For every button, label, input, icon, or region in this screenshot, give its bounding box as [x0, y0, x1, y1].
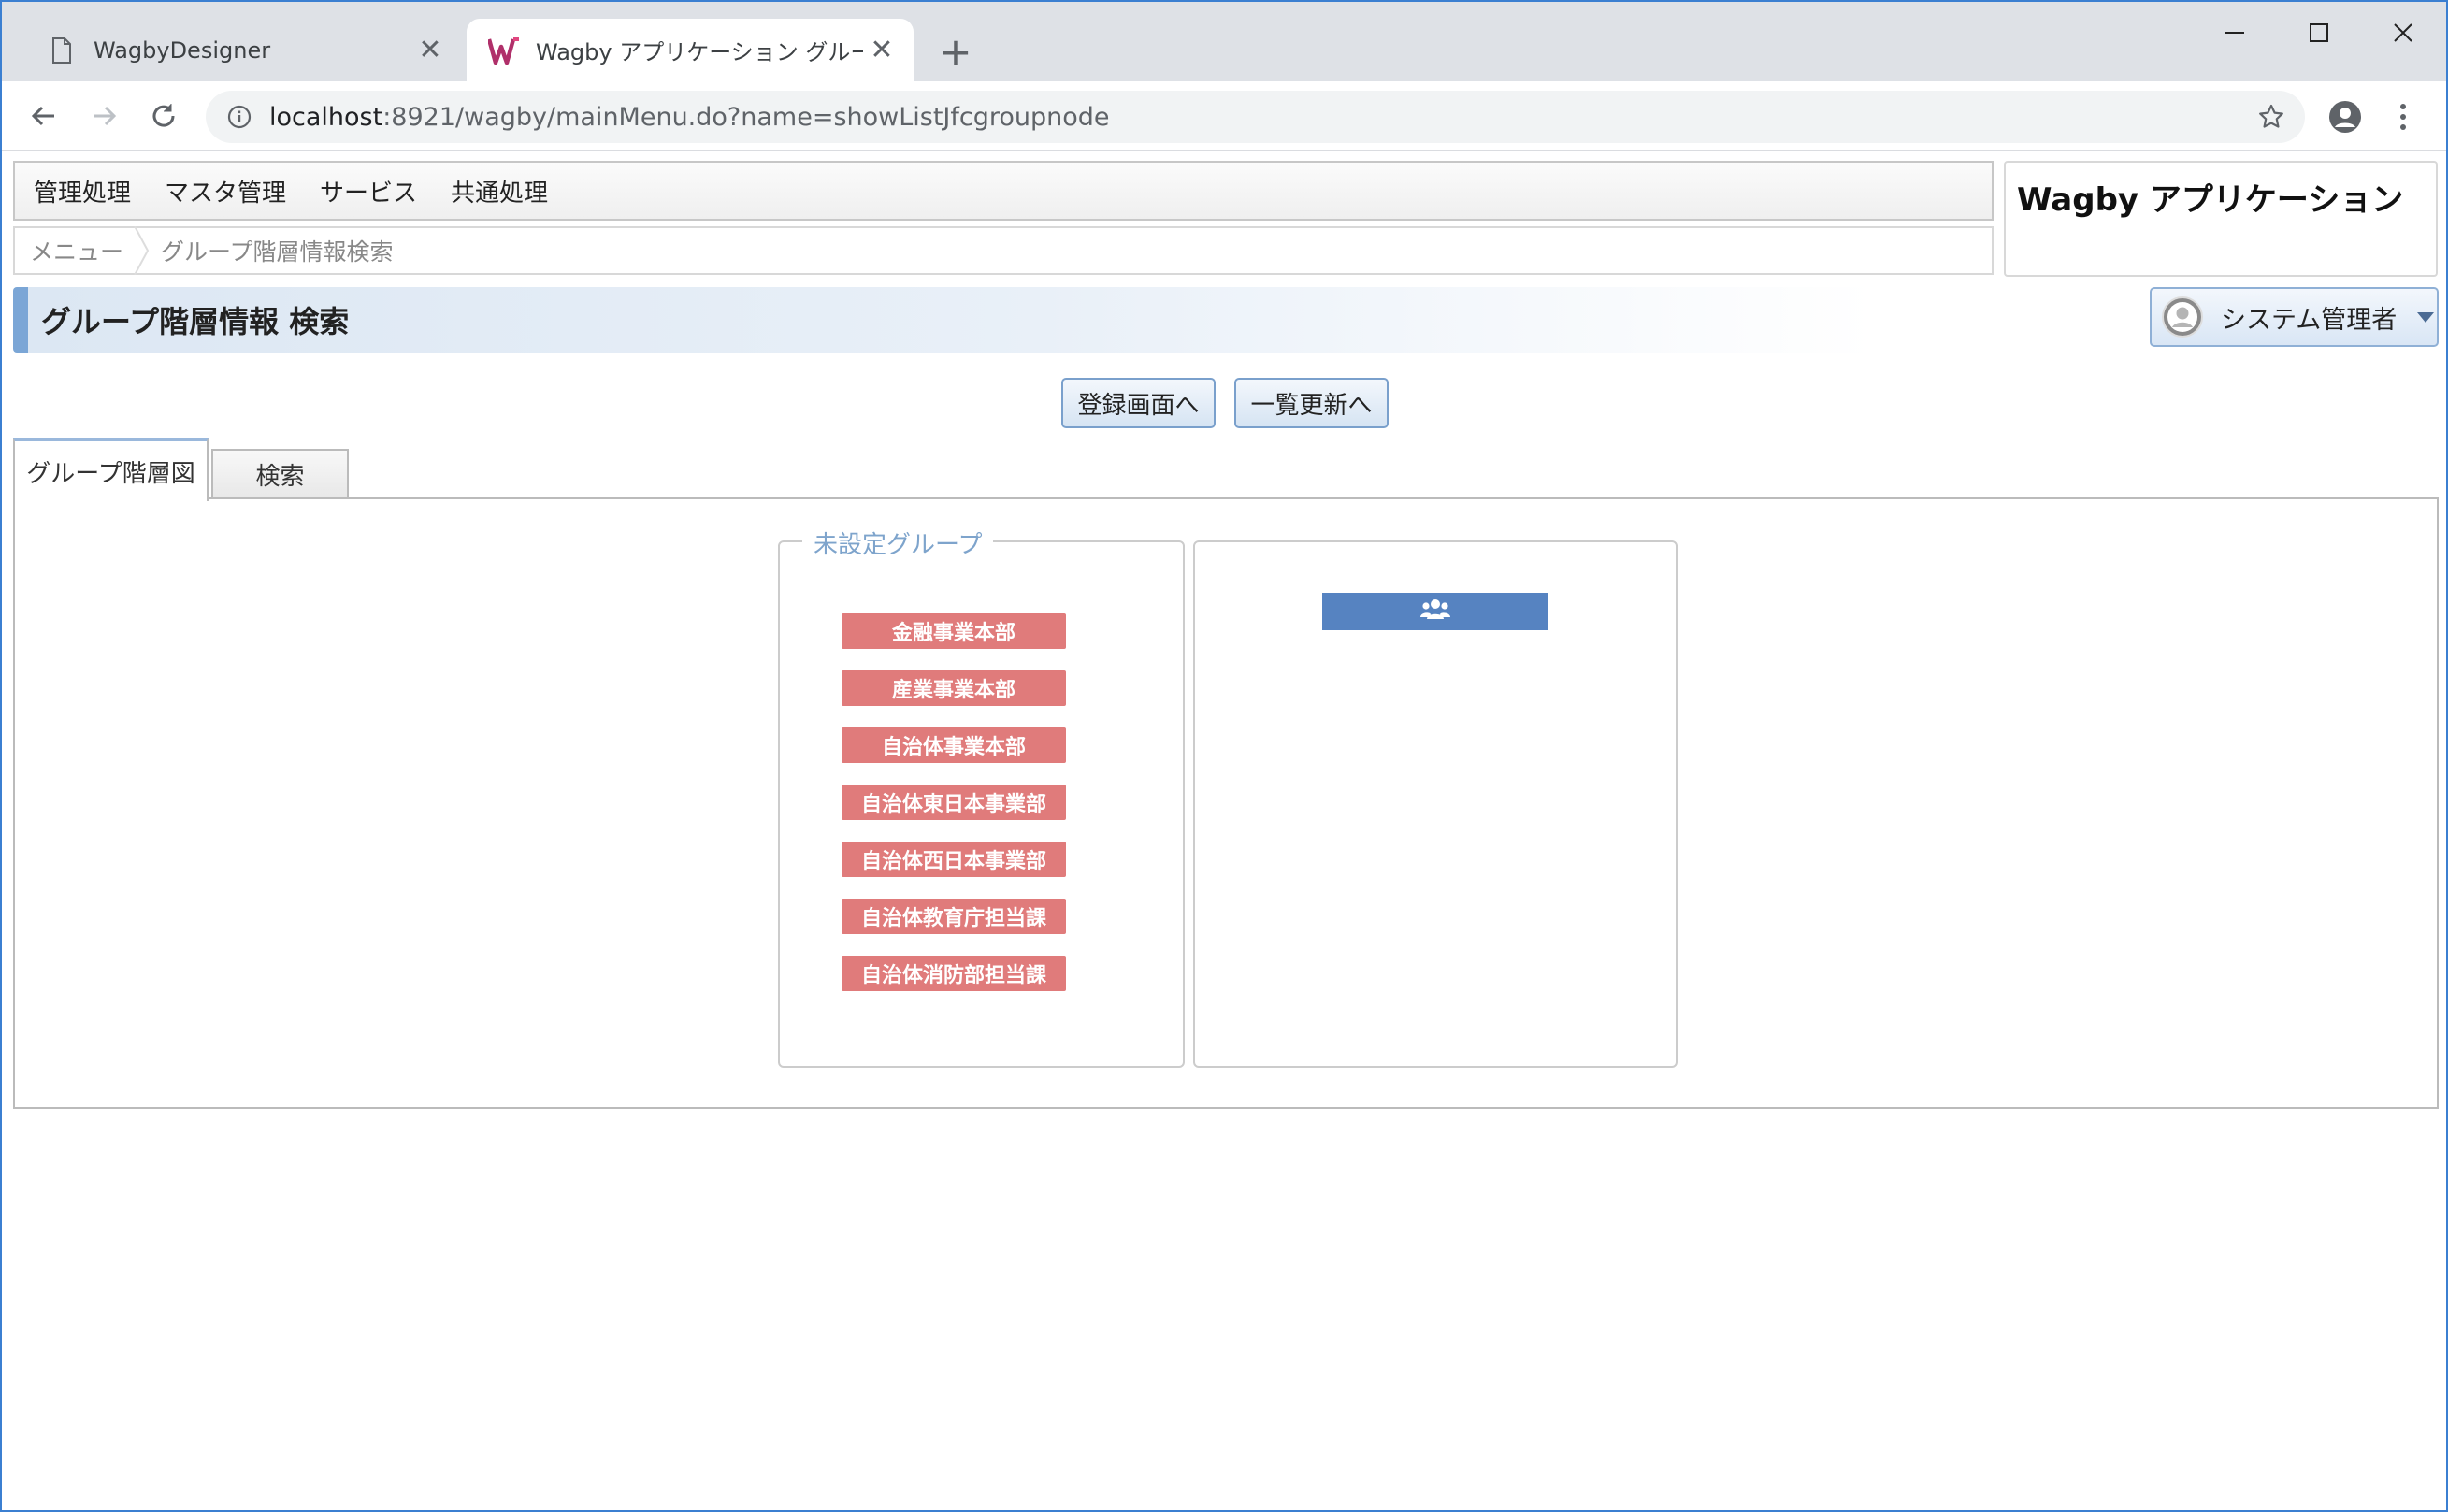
- unassigned-group-legend: 未設定グループ: [802, 526, 994, 560]
- breadcrumb-separator-icon: [133, 225, 151, 276]
- tab-title: Wagby アプリケーション グループ階層: [536, 39, 863, 65]
- browser-tab-designer[interactable]: WagbyDesigner ✕: [24, 19, 462, 81]
- breadcrumb-current: グループ階層情報検索: [161, 238, 394, 266]
- new-tab-icon[interactable]: +: [932, 28, 979, 75]
- breadcrumb-home[interactable]: メニュー: [30, 234, 123, 267]
- user-menu-button[interactable]: システム管理者: [2150, 287, 2439, 347]
- group-item[interactable]: 金融事業本部: [842, 613, 1066, 649]
- back-arrow-icon[interactable]: [21, 93, 67, 139]
- breadcrumb: メニュー グループ階層情報検索: [13, 225, 1994, 276]
- tab-title: WagbyDesigner: [94, 36, 271, 64]
- menu-item-admin[interactable]: 管理処理: [34, 174, 131, 209]
- browser-toolbar: localhost:8921/wagby/mainMenu.do?name=sh…: [2, 81, 2446, 151]
- menu-item-common[interactable]: 共通処理: [451, 174, 548, 209]
- url-host: localhost: [269, 102, 383, 132]
- tab-strip: WagbyDesigner ✕ Wagby アプリケーション グループ階層 ✕ …: [2, 2, 2446, 81]
- main-menu-bar: 管理処理 マスタ管理 サービス 共通処理: [13, 161, 1994, 221]
- wagby-logo-icon: [485, 32, 523, 69]
- close-window-icon[interactable]: [2361, 9, 2445, 56]
- group-item[interactable]: 産業事業本部: [842, 670, 1066, 706]
- tab-group-hierarchy[interactable]: グループ階層図: [13, 438, 209, 501]
- list-update-button[interactable]: 一覧更新へ: [1234, 378, 1389, 428]
- group-item[interactable]: 自治体東日本事業部: [842, 785, 1066, 820]
- users-icon: [1419, 598, 1451, 625]
- account-icon[interactable]: [2323, 94, 2368, 139]
- minimize-icon[interactable]: [2193, 9, 2277, 56]
- menu-item-service[interactable]: サービス: [320, 174, 417, 209]
- group-item[interactable]: 自治体西日本事業部: [842, 842, 1066, 877]
- document-icon: [43, 32, 80, 69]
- close-tab-icon[interactable]: ✕: [411, 32, 449, 69]
- info-icon[interactable]: [213, 91, 266, 143]
- app-name-box: Wagby アプリケーション: [2004, 161, 2438, 277]
- group-item[interactable]: 自治体教育庁担当課: [842, 899, 1066, 934]
- address-bar[interactable]: localhost:8921/wagby/mainMenu.do?name=sh…: [206, 91, 2305, 143]
- forward-arrow-icon[interactable]: [80, 93, 127, 139]
- page-title: グループ階層情報 検索: [13, 287, 1874, 353]
- group-item[interactable]: 自治体事業本部: [842, 727, 1066, 763]
- url-text: localhost:8921/wagby/mainMenu.do?name=sh…: [269, 103, 1110, 132]
- browser-window: WagbyDesigner ✕ Wagby アプリケーション グループ階層 ✕ …: [0, 0, 2448, 1512]
- url-path: :8921/wagby/mainMenu.do?name=showListJfc…: [382, 102, 1110, 132]
- chevron-down-icon: [2417, 311, 2435, 323]
- browser-tab-app[interactable]: Wagby アプリケーション グループ階層 ✕: [467, 19, 914, 81]
- close-tab-icon[interactable]: ✕: [863, 32, 900, 69]
- register-screen-button[interactable]: 登録画面へ: [1061, 378, 1216, 428]
- bookmark-star-icon[interactable]: [2251, 96, 2292, 137]
- unassigned-group-box: 未設定グループ 金融事業本部 産業事業本部 自治体事業本部 自治体東日本事業部 …: [778, 526, 1185, 1068]
- user-name: システム管理者: [2221, 305, 2398, 335]
- tab-search[interactable]: 検索: [211, 449, 349, 499]
- more-options-icon[interactable]: [2384, 94, 2422, 139]
- user-avatar-icon: [2161, 295, 2204, 338]
- hierarchy-panel: 未設定グループ 金融事業本部 産業事業本部 自治体事業本部 自治体東日本事業部 …: [13, 497, 2439, 1109]
- reload-icon[interactable]: [140, 93, 187, 139]
- maximize-icon[interactable]: [2277, 9, 2361, 56]
- group-item[interactable]: 自治体消防部担当課: [842, 956, 1066, 991]
- menu-item-master[interactable]: マスタ管理: [165, 174, 286, 209]
- group-hierarchy-box: [1193, 540, 1678, 1068]
- root-group-node[interactable]: [1322, 593, 1548, 630]
